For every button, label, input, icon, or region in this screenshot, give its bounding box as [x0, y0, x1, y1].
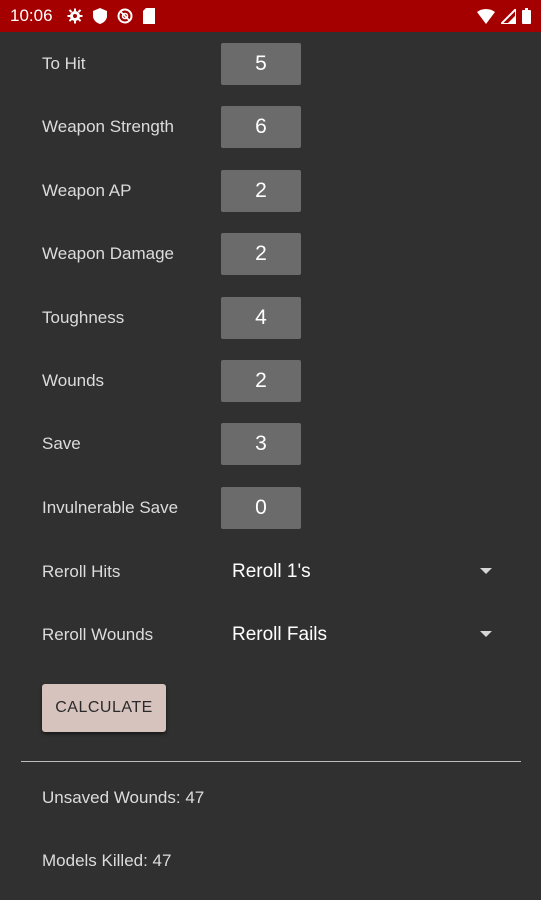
status-bar: 10:06 [0, 0, 541, 32]
weapon-strength-input[interactable]: 6 [221, 106, 301, 148]
field-label: Wounds [42, 371, 105, 390]
dropdown-row-reroll-wounds: Reroll Wounds Reroll Fails [0, 614, 541, 656]
dropdown-arrow-icon [480, 568, 492, 574]
dropdown-label: Reroll Hits [42, 562, 121, 581]
weapon-damage-input[interactable]: 2 [221, 233, 301, 275]
models-killed-result: Models Killed: 47 [42, 851, 172, 870]
divider [21, 761, 521, 762]
wounds-input[interactable]: 2 [221, 360, 301, 402]
dropdown-selected-value: Reroll Fails [232, 624, 328, 645]
field-row-weapon-strength: Weapon Strength 6 [0, 106, 541, 148]
dropdown-arrow-icon [480, 631, 492, 637]
field-row-to-hit: To Hit 5 [0, 43, 541, 85]
dropdown-row-reroll-hits: Reroll Hits Reroll 1's [0, 551, 541, 593]
status-right-icons [477, 8, 531, 24]
signal-icon [501, 8, 516, 24]
field-row-weapon-ap: Weapon AP 2 [0, 170, 541, 212]
invulnerable-save-input[interactable]: 0 [221, 487, 301, 529]
save-input[interactable]: 3 [221, 423, 301, 465]
field-label: Weapon Damage [42, 244, 174, 263]
wifi-icon [477, 8, 495, 24]
unsaved-wounds-result: Unsaved Wounds: 47 [42, 788, 205, 807]
shield-icon [92, 8, 107, 24]
to-hit-input[interactable]: 5 [221, 43, 301, 85]
field-row-invulnerable-save: Invulnerable Save 0 [0, 487, 541, 529]
battery-icon [522, 8, 531, 24]
gear-icon [67, 8, 83, 24]
field-label: Invulnerable Save [42, 498, 179, 517]
field-label: Toughness [42, 308, 125, 327]
field-label: Weapon AP [42, 181, 132, 200]
dropdown-label: Reroll Wounds [42, 625, 154, 644]
reroll-hits-dropdown[interactable]: Reroll 1's [232, 551, 502, 593]
field-row-weapon-damage: Weapon Damage 2 [0, 233, 541, 275]
field-row-save: Save 3 [0, 423, 541, 465]
field-label: Weapon Strength [42, 117, 174, 136]
reroll-wounds-dropdown[interactable]: Reroll Fails [232, 614, 502, 656]
field-row-toughness: Toughness 4 [0, 297, 541, 339]
dropdown-selected-value: Reroll 1's [232, 561, 311, 582]
weapon-ap-input[interactable]: 2 [221, 170, 301, 212]
field-label: To Hit [42, 54, 86, 73]
field-row-wounds: Wounds 2 [0, 360, 541, 402]
field-label: Save [42, 434, 81, 453]
vpn-icon [117, 8, 133, 24]
calculate-button[interactable]: CALCULATE [42, 684, 166, 732]
sd-card-icon [142, 8, 155, 24]
status-left-icons [67, 8, 155, 24]
status-time: 10:06 [10, 6, 53, 25]
toughness-input[interactable]: 4 [221, 297, 301, 339]
calculator-form: To Hit 5 Weapon Strength 6 Weapon AP 2 W… [0, 32, 541, 900]
